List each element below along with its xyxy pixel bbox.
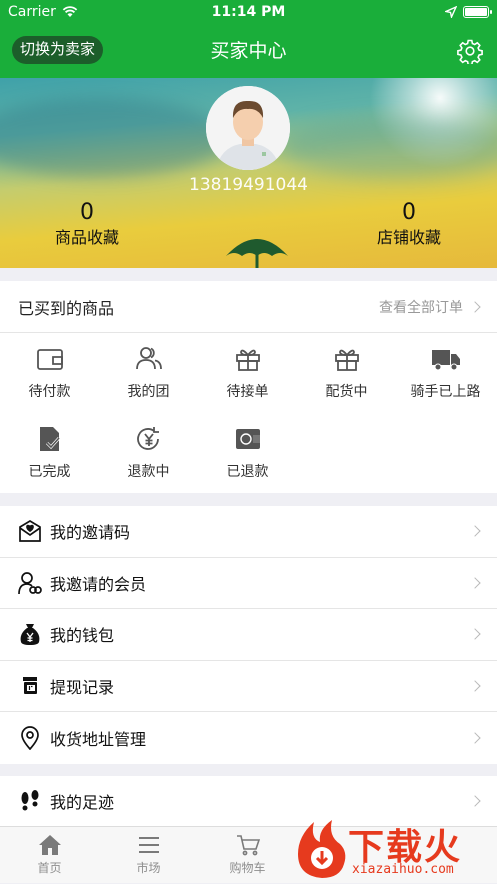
tab-label: 首页 — [37, 861, 62, 875]
product-favorites-stat[interactable]: 0 商品收藏 — [27, 200, 147, 250]
menu-item-withdraw-records[interactable]: 提现记录 — [0, 661, 497, 713]
menu-item-wallet[interactable]: 我的钱包 — [0, 609, 497, 661]
chevron-right-icon — [469, 732, 481, 744]
order-status-label: 已完成 — [28, 464, 71, 480]
umbrella-decoration-icon — [226, 239, 288, 268]
store-favorites-label: 店铺收藏 — [376, 228, 441, 247]
menu-item-invited-members[interactable]: 我邀请的会员 — [0, 558, 497, 610]
tab-label: 市场 — [136, 861, 161, 875]
chevron-right-icon — [469, 680, 481, 692]
list-icon — [138, 837, 159, 853]
menu-item-label: 我的钱包 — [50, 626, 115, 646]
order-status-label: 我的团 — [127, 384, 170, 400]
chevron-right-icon — [469, 577, 481, 589]
account-menu: 我的邀请码 我邀请的会员 我的钱包 提现记录 收货地址管理 — [0, 506, 497, 764]
order-status-completed[interactable]: 已完成 — [0, 413, 99, 493]
page-title: 买家中心 — [210, 40, 287, 62]
order-status-label: 骑手已上路 — [410, 384, 481, 400]
menu-item-label: 提现记录 — [50, 678, 115, 698]
orders-card: 已买到的商品 查看全部订单 待付款 我的团 待接单 配货中 骑手已上路 已完成 … — [0, 281, 497, 493]
refunded-wallet-icon — [235, 429, 260, 449]
group-icon — [135, 347, 162, 370]
product-favorites-count: 0 — [80, 200, 94, 225]
chevron-right-icon — [469, 525, 481, 537]
refund-icon — [136, 427, 159, 450]
user-phone: 13819491044 — [189, 175, 308, 195]
profile-header: 13819491044 0 商品收藏 0 店铺收藏 — [0, 78, 497, 268]
tab-market[interactable]: 市场 — [99, 827, 198, 884]
store-favorites-count: 0 — [402, 200, 416, 225]
tab-home[interactable]: 首页 — [0, 827, 99, 884]
members-icon — [18, 572, 42, 594]
status-time: 11:14 PM — [211, 4, 286, 20]
orders-title: 已买到的商品 — [18, 298, 115, 318]
menu-item-label: 我邀请的会员 — [50, 574, 147, 594]
order-status-refunded[interactable]: 已退款 — [198, 413, 297, 493]
view-all-orders-label: 查看全部订单 — [379, 299, 463, 316]
store-favorites-stat[interactable]: 0 店铺收藏 — [349, 200, 469, 250]
order-status-label: 已退款 — [226, 464, 269, 480]
order-status-label: 配货中 — [325, 384, 368, 400]
order-status-awaiting-acceptance[interactable]: 待接单 — [198, 333, 297, 413]
wallet-icon — [36, 349, 63, 370]
order-status-preparing[interactable]: 配货中 — [297, 333, 396, 413]
view-all-orders-link[interactable]: 查看全部订单 — [379, 297, 481, 317]
status-bar: Carrier 11:14 PM — [0, 0, 497, 24]
watermark-logo: 下载火 xiazaihuo.com — [292, 818, 497, 883]
menu-item-address-management[interactable]: 收货地址管理 — [0, 712, 497, 764]
menu-item-invite-code[interactable]: 我的邀请码 — [0, 506, 497, 558]
battery-icon — [463, 6, 492, 18]
cart-icon — [236, 835, 260, 856]
order-status-my-group[interactable]: 我的团 — [99, 333, 198, 413]
gear-icon[interactable] — [457, 38, 483, 64]
document-check-icon — [39, 427, 60, 451]
chevron-right-icon — [469, 300, 481, 313]
order-status-refunding[interactable]: 退款中 — [99, 413, 198, 493]
order-status-pending-payment[interactable]: 待付款 — [0, 333, 99, 413]
withdraw-icon — [23, 677, 37, 695]
money-bag-icon — [20, 624, 40, 646]
menu-item-label: 我的足迹 — [50, 793, 115, 812]
order-status-label: 待接单 — [226, 384, 269, 400]
order-status-rider-on-way[interactable]: 骑手已上路 — [396, 333, 495, 413]
location-icon — [21, 726, 39, 751]
gift-icon — [334, 349, 359, 371]
avatar[interactable] — [206, 86, 290, 170]
home-icon — [38, 835, 61, 855]
footprint-icon — [21, 790, 39, 811]
tab-cart[interactable]: 购物车 — [198, 827, 297, 884]
flame-logo-icon — [298, 820, 346, 878]
truck-icon — [431, 350, 460, 371]
menu-item-label: 我的邀请码 — [50, 523, 131, 543]
chevron-right-icon — [469, 628, 481, 641]
menu-item-label: 收货地址管理 — [50, 730, 147, 750]
order-status-label: 待付款 — [28, 384, 71, 400]
order-status-label: 退款中 — [127, 464, 170, 480]
nav-bar: 切换为卖家 买家中心 — [0, 24, 497, 78]
product-favorites-label: 商品收藏 — [54, 228, 119, 247]
watermark-subtext: xiazaihuo.com — [352, 862, 454, 877]
orders-header[interactable]: 已买到的商品 查看全部订单 — [0, 281, 497, 333]
user-avatar-icon — [206, 86, 290, 170]
chevron-right-icon — [469, 795, 481, 807]
gift-icon — [235, 349, 260, 371]
tab-label: 购物车 — [229, 861, 266, 875]
invite-code-icon — [19, 520, 41, 543]
